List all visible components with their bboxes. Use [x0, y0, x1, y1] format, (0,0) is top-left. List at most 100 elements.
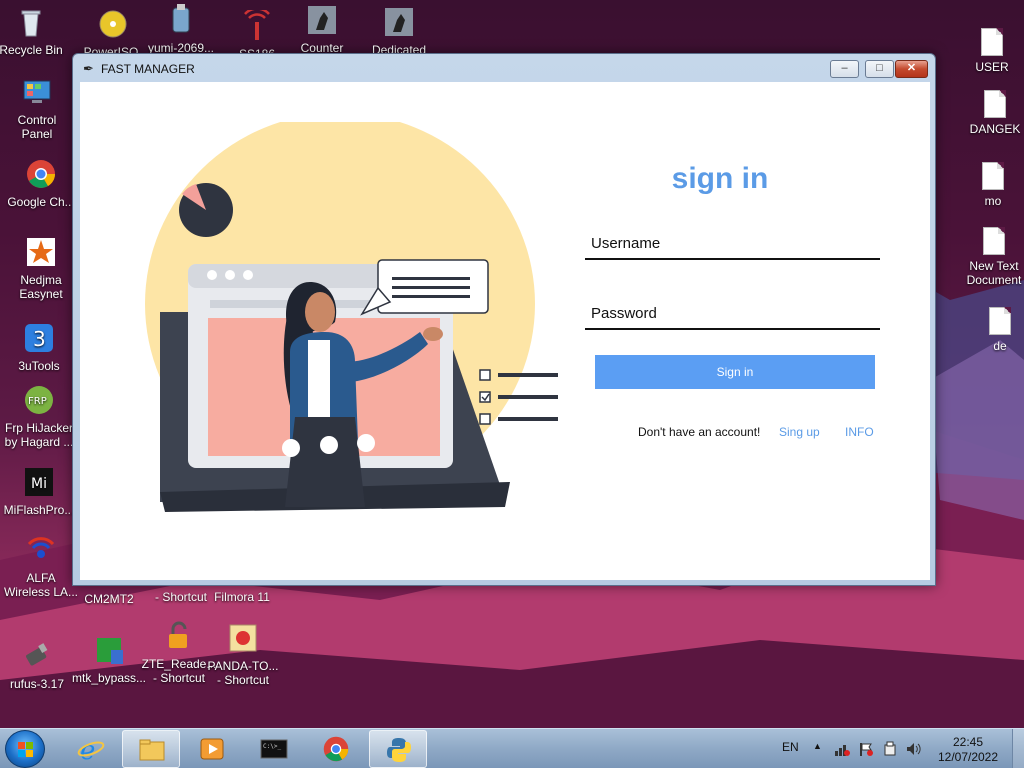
- chrome-icon: [27, 160, 55, 188]
- desktop-icon-counter[interactable]: Counter: [283, 4, 361, 55]
- desktop-icon-de-doc[interactable]: de: [961, 307, 1024, 353]
- antenna-icon: [244, 7, 270, 40]
- panda-tool-icon: [229, 624, 257, 652]
- sign-in-button[interactable]: Sign in: [595, 355, 875, 389]
- svg-text:e: e: [80, 736, 95, 763]
- media-player-icon: [200, 738, 224, 760]
- maximize-button[interactable]: □: [865, 60, 894, 78]
- volume-icon[interactable]: [905, 741, 921, 757]
- frp-icon: FRP: [25, 386, 53, 414]
- desktop-icon-label: de: [993, 339, 1007, 353]
- text-document-icon: [983, 227, 1005, 255]
- desktop-icon-label: Filmora 11: [214, 590, 270, 604]
- yumi-icon: [172, 4, 190, 33]
- recycle-bin-icon: [21, 10, 41, 37]
- taskbar-command-prompt[interactable]: C:\>_: [245, 730, 303, 768]
- svg-text:Mi: Mi: [31, 476, 47, 492]
- desktop-icon-alfa-wireless[interactable]: ALFA Wireless LA...: [2, 534, 80, 599]
- folder-icon: [139, 739, 165, 761]
- svg-text:FRP: FRP: [28, 396, 47, 407]
- desktop-icon-label: mtk_bypass...: [71, 671, 147, 685]
- taskbar-python[interactable]: [369, 730, 427, 768]
- desktop-icon-3utools[interactable]: 3 3uTools: [0, 322, 78, 373]
- desktop-icon-label: Nedjma Easynet: [19, 273, 63, 301]
- text-document-icon: [982, 162, 1004, 190]
- system-clock[interactable]: 22:45 12/07/2022: [928, 735, 1008, 765]
- desktop-icon-label: Google Ch...: [7, 195, 75, 209]
- desktop-icon-dangek-doc[interactable]: DANGEK: [956, 90, 1024, 136]
- show-desktop-button[interactable]: [1012, 729, 1024, 768]
- desktop-icon-user-doc[interactable]: USER: [953, 28, 1024, 74]
- desktop-icon-label: Recycle Bin: [0, 43, 63, 57]
- svg-text:3: 3: [33, 327, 46, 351]
- language-indicator[interactable]: EN: [782, 740, 799, 754]
- miflash-icon: Mi: [25, 468, 53, 496]
- info-link[interactable]: INFO: [845, 425, 874, 439]
- desktop-icon-nedjma-easynet[interactable]: Nedjma Easynet: [2, 236, 80, 301]
- taskbar: e C:\>_ EN ▲ 22:45 12/07/2022: [0, 728, 1024, 768]
- desktop-icon-frp-hijacker[interactable]: FRP Frp HiJacker by Hagard ...: [0, 384, 78, 449]
- desktop-icon-dedicated[interactable]: Dedicated: [360, 6, 438, 57]
- internet-explorer-icon: e: [77, 736, 105, 763]
- desktop-icon-label: 3uTools: [18, 359, 60, 373]
- feather-icon: ✒: [83, 61, 94, 76]
- sign-in-heading: sign in: [671, 162, 769, 195]
- mtk-bypass-icon: [97, 638, 123, 664]
- username-input[interactable]: [585, 228, 880, 260]
- poweriso-icon: [99, 10, 127, 38]
- password-input[interactable]: [585, 298, 880, 330]
- desktop-icon-filmora[interactable]: Filmora 11: [203, 590, 281, 604]
- usb-icon: [26, 643, 48, 666]
- taskbar-media-player[interactable]: [183, 730, 241, 768]
- 3utools-icon: 3: [25, 324, 53, 352]
- close-button[interactable]: ✕: [895, 60, 928, 78]
- unlock-icon: [169, 621, 187, 648]
- taskbar-file-explorer[interactable]: [122, 730, 180, 768]
- usb-eject-icon[interactable]: [882, 741, 898, 757]
- sign-in-illustration: [145, 122, 558, 512]
- window-titlebar[interactable]: ✒ FAST MANAGER – □ ✕: [73, 54, 935, 82]
- desktop-icon-yumi[interactable]: yumi-2069...: [142, 4, 220, 55]
- desktop-icon-cm2mt2[interactable]: CM2MT2: [70, 592, 148, 606]
- desktop-icon-recycle-bin[interactable]: Recycle Bin: [0, 6, 70, 57]
- no-account-text: Don't have an account!: [638, 425, 761, 439]
- flag-action-center-icon[interactable]: [858, 741, 874, 757]
- fast-manager-window: ✒ FAST MANAGER – □ ✕ sign in Username Si…: [72, 53, 936, 586]
- sign-up-link[interactable]: Sing up: [779, 425, 820, 439]
- desktop-icon-control-panel[interactable]: Control Panel: [0, 76, 76, 141]
- text-document-icon: [981, 28, 1003, 56]
- desktop-icon-label: Control Panel: [17, 113, 57, 141]
- desktop-icon-miflashpro[interactable]: Mi MiFlashPro...: [0, 466, 78, 517]
- desktop-icon-label: New Text Document: [966, 259, 1022, 287]
- taskbar-internet-explorer[interactable]: e: [62, 730, 120, 768]
- network-icon[interactable]: [834, 741, 850, 757]
- desktop-icon-panda-tool[interactable]: PANDA-TO... - Shortcut: [204, 622, 282, 687]
- desktop-icon-label: ALFA Wireless LA...: [3, 571, 78, 599]
- dedicated-server-icon: [385, 8, 413, 36]
- terminal-icon: C:\>_: [260, 739, 288, 759]
- counter-strike-icon: [308, 6, 336, 34]
- start-button[interactable]: [5, 730, 45, 768]
- window-title: FAST MANAGER: [101, 62, 195, 76]
- taskbar-google-chrome[interactable]: [307, 730, 365, 768]
- desktop-icon-poweriso[interactable]: PowerISO: [72, 8, 150, 59]
- desktop-icon-mo-doc[interactable]: mo: [954, 162, 1024, 208]
- desktop-icon-google-chrome[interactable]: Google Ch...: [2, 158, 80, 209]
- desktop-icon-label: rufus-3.17: [9, 677, 65, 691]
- alfa-wifi-icon: [27, 537, 55, 558]
- clock-time: 22:45: [952, 735, 984, 749]
- desktop-icon-label: Frp HiJacker by Hagard ...: [4, 421, 74, 449]
- desktop-icon-label: CM2MT2: [84, 592, 134, 606]
- desktop-icon-mtk-bypass[interactable]: mtk_bypass...: [70, 634, 148, 685]
- control-panel-icon: [23, 80, 51, 103]
- windows-logo-icon: [18, 742, 34, 758]
- desktop-icon-label: DANGEK: [969, 122, 1021, 136]
- python-icon: [387, 738, 411, 762]
- show-hidden-icons-button[interactable]: ▲: [813, 741, 822, 751]
- desktop-icon-label: PANDA-TO... - Shortcut: [207, 659, 279, 687]
- minimize-button[interactable]: –: [830, 60, 859, 78]
- desktop-icon-rufus[interactable]: rufus-3.17: [0, 640, 76, 691]
- desktop-icon-label: MiFlashPro...: [3, 503, 75, 517]
- desktop-icon-label: USER: [975, 60, 1009, 74]
- desktop-icon-new-text-doc[interactable]: New Text Document: [955, 227, 1024, 287]
